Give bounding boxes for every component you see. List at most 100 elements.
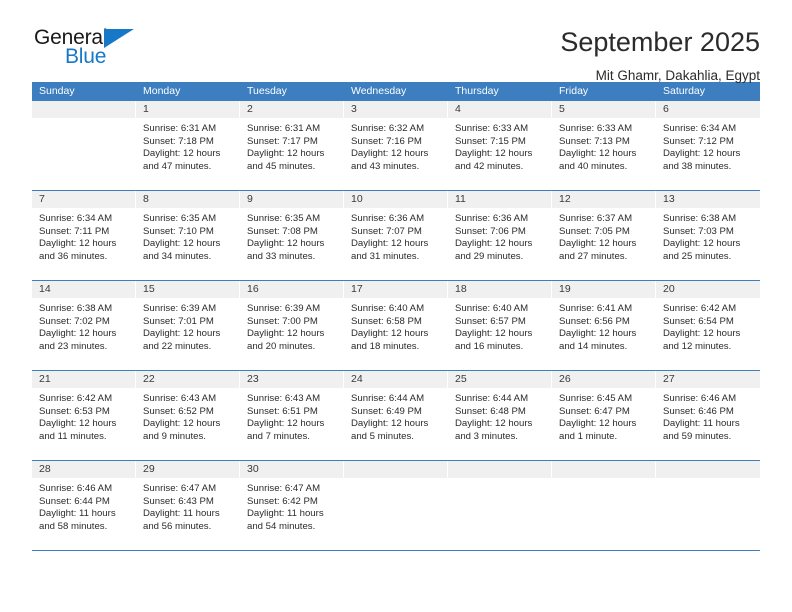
day-detail-line: Sunrise: 6:34 AM — [39, 213, 113, 224]
day-detail-line: and 47 minutes. — [143, 160, 212, 172]
day-cell-4[interactable]: 4 Sunrise: 6:33 AM Sunset: 7:15 PM Daylight… — [448, 101, 552, 190]
day-detail-line: and 7 minutes. — [247, 430, 310, 442]
day-cell-28[interactable]: 28 Sunrise: 6:46 AM Sunset: 6:44 PM Dayligh… — [32, 461, 136, 550]
general-blue-logo: General Blue — [32, 26, 162, 74]
day-number: 11 — [448, 191, 551, 208]
day-detail-line: Daylight: 12 hours — [663, 328, 741, 340]
day-detail-line: Daylight: 12 hours — [143, 148, 221, 160]
day-number: 13 — [656, 191, 760, 208]
day-detail-line: Sunset: 6:52 PM — [143, 405, 214, 417]
day-number: 10 — [344, 191, 447, 208]
day-details: Sunrise: 6:33 AM Sunset: 7:13 PM Daylight:… — [552, 118, 655, 173]
day-detail-line: Sunrise: 6:45 AM — [559, 393, 633, 404]
day-detail-line: Sunrise: 6:33 AM — [455, 123, 529, 134]
day-details: Sunrise: 6:47 AM Sunset: 6:43 PM Daylight:… — [136, 478, 239, 533]
day-detail-line: Sunrise: 6:47 AM — [143, 483, 217, 494]
day-detail-line: Daylight: 12 hours — [39, 418, 117, 430]
day-cell-14[interactable]: 14 Sunrise: 6:38 AM Sunset: 7:02 PM Dayligh… — [32, 281, 136, 370]
calendar-week-row: 14 Sunrise: 6:38 AM Sunset: 7:02 PM Dayligh… — [32, 281, 760, 371]
day-cell-empty — [552, 461, 656, 550]
day-detail-line: Sunrise: 6:34 AM — [663, 123, 737, 134]
day-cell-30[interactable]: 30 Sunrise: 6:47 AM Sunset: 6:42 PM Dayligh… — [240, 461, 344, 550]
calendar-week-row: 21 Sunrise: 6:42 AM Sunset: 6:53 PM Dayligh… — [32, 371, 760, 461]
day-detail-line: and 42 minutes. — [455, 160, 524, 172]
day-details: Sunrise: 6:44 AM Sunset: 6:49 PM Daylight:… — [344, 388, 447, 443]
day-details — [32, 118, 135, 123]
day-detail-line: Daylight: 12 hours — [247, 238, 325, 250]
weekday-header-sunday: Sunday — [39, 85, 75, 97]
weekday-header-row: Sunday Monday Tuesday Wednesday Thursday Frid… — [32, 82, 760, 101]
day-details: Sunrise: 6:34 AM Sunset: 7:12 PM Daylight:… — [656, 118, 760, 173]
day-cell-19[interactable]: 19 Sunrise: 6:41 AM Sunset: 6:56 PM Dayligh… — [552, 281, 656, 370]
day-detail-line: Sunset: 6:48 PM — [455, 405, 526, 417]
weekday-header-saturday: Saturday — [663, 85, 706, 97]
weekday-header-tuesday: Tuesday — [247, 85, 287, 97]
day-cell-2[interactable]: 2 Sunrise: 6:31 AM Sunset: 7:17 PM Daylight… — [240, 101, 344, 190]
day-cell-3[interactable]: 3 Sunrise: 6:32 AM Sunset: 7:16 PM Daylight… — [344, 101, 448, 190]
day-cell-25[interactable]: 25 Sunrise: 6:44 AM Sunset: 6:48 PM Dayligh… — [448, 371, 552, 460]
day-details — [552, 478, 655, 483]
day-detail-line: Sunset: 7:18 PM — [143, 135, 214, 147]
day-cell-15[interactable]: 15 Sunrise: 6:39 AM Sunset: 7:01 PM Dayligh… — [136, 281, 240, 370]
day-detail-line: Sunset: 7:01 PM — [143, 315, 214, 327]
day-detail-line: Sunrise: 6:36 AM — [455, 213, 529, 224]
calendar-grid: Sunday Monday Tuesday Wednesday Thursday Frid… — [32, 82, 760, 551]
day-number — [552, 461, 655, 478]
day-detail-line: Daylight: 11 hours — [663, 418, 740, 430]
day-detail-line: Sunset: 6:58 PM — [351, 315, 422, 327]
day-details: Sunrise: 6:46 AM Sunset: 6:46 PM Daylight:… — [656, 388, 760, 443]
day-detail-line: Sunset: 6:49 PM — [351, 405, 422, 417]
day-cell-20[interactable]: 20 Sunrise: 6:42 AM Sunset: 6:54 PM Dayligh… — [656, 281, 760, 370]
day-cell-24[interactable]: 24 Sunrise: 6:44 AM Sunset: 6:49 PM Dayligh… — [344, 371, 448, 460]
day-detail-line: Sunset: 6:44 PM — [39, 495, 110, 507]
day-details: Sunrise: 6:32 AM Sunset: 7:16 PM Daylight:… — [344, 118, 447, 173]
day-details: Sunrise: 6:38 AM Sunset: 7:03 PM Daylight:… — [656, 208, 760, 263]
day-detail-line: Sunrise: 6:35 AM — [143, 213, 217, 224]
day-cell-11[interactable]: 11 Sunrise: 6:36 AM Sunset: 7:06 PM Dayligh… — [448, 191, 552, 280]
day-cell-7[interactable]: 7 Sunrise: 6:34 AM Sunset: 7:11 PM Daylight… — [32, 191, 136, 280]
day-number: 28 — [32, 461, 135, 478]
day-detail-line: Daylight: 12 hours — [455, 328, 533, 340]
day-cell-13[interactable]: 13 Sunrise: 6:38 AM Sunset: 7:03 PM Dayligh… — [656, 191, 760, 280]
day-cell-29[interactable]: 29 Sunrise: 6:47 AM Sunset: 6:43 PM Dayligh… — [136, 461, 240, 550]
day-number — [656, 461, 760, 478]
day-details: Sunrise: 6:35 AM Sunset: 7:10 PM Daylight:… — [136, 208, 239, 263]
day-number: 14 — [32, 281, 135, 298]
day-detail-line: Daylight: 12 hours — [455, 238, 533, 250]
day-cell-6[interactable]: 6 Sunrise: 6:34 AM Sunset: 7:12 PM Daylight… — [656, 101, 760, 190]
day-cell-17[interactable]: 17 Sunrise: 6:40 AM Sunset: 6:58 PM Dayligh… — [344, 281, 448, 370]
day-number: 25 — [448, 371, 551, 388]
day-detail-line: and 20 minutes. — [247, 340, 316, 352]
day-cell-5[interactable]: 5 Sunrise: 6:33 AM Sunset: 7:13 PM Daylight… — [552, 101, 656, 190]
day-cell-12[interactable]: 12 Sunrise: 6:37 AM Sunset: 7:05 PM Dayligh… — [552, 191, 656, 280]
day-cell-26[interactable]: 26 Sunrise: 6:45 AM Sunset: 6:47 PM Dayligh… — [552, 371, 656, 460]
day-cell-27[interactable]: 27 Sunrise: 6:46 AM Sunset: 6:46 PM Dayligh… — [656, 371, 760, 460]
day-details: Sunrise: 6:40 AM Sunset: 6:57 PM Daylight:… — [448, 298, 551, 353]
day-detail-line: and 14 minutes. — [559, 340, 628, 352]
day-details — [344, 478, 447, 483]
day-detail-line: Daylight: 12 hours — [143, 328, 221, 340]
day-cell-9[interactable]: 9 Sunrise: 6:35 AM Sunset: 7:08 PM Daylight… — [240, 191, 344, 280]
day-detail-line: Sunset: 6:54 PM — [663, 315, 734, 327]
day-detail-line: and 29 minutes. — [455, 250, 524, 262]
day-number: 20 — [656, 281, 760, 298]
weekday-header-friday: Friday — [559, 85, 589, 97]
day-cell-8[interactable]: 8 Sunrise: 6:35 AM Sunset: 7:10 PM Daylight… — [136, 191, 240, 280]
day-cell-10[interactable]: 10 Sunrise: 6:36 AM Sunset: 7:07 PM Dayligh… — [344, 191, 448, 280]
day-detail-line: Sunrise: 6:41 AM — [559, 303, 633, 314]
day-cell-21[interactable]: 21 Sunrise: 6:42 AM Sunset: 6:53 PM Dayligh… — [32, 371, 136, 460]
day-cell-18[interactable]: 18 Sunrise: 6:40 AM Sunset: 6:57 PM Dayligh… — [448, 281, 552, 370]
day-detail-line: Sunrise: 6:47 AM — [247, 483, 321, 494]
day-detail-line: Sunset: 7:10 PM — [143, 225, 214, 237]
day-detail-line: and 18 minutes. — [351, 340, 420, 352]
day-cell-1[interactable]: 1 Sunrise: 6:31 AM Sunset: 7:18 PM Daylight… — [136, 101, 240, 190]
day-cell-16[interactable]: 16 Sunrise: 6:39 AM Sunset: 7:00 PM Dayligh… — [240, 281, 344, 370]
logo-triangle-icon — [104, 29, 134, 48]
day-cell-23[interactable]: 23 Sunrise: 6:43 AM Sunset: 6:51 PM Dayligh… — [240, 371, 344, 460]
day-detail-line: Sunrise: 6:39 AM — [143, 303, 217, 314]
day-detail-line: Sunrise: 6:42 AM — [663, 303, 737, 314]
title-block: September 2025 Mit Ghamr, Dakahlia, Egyp… — [560, 26, 760, 85]
day-detail-line: Sunrise: 6:44 AM — [455, 393, 529, 404]
day-cell-22[interactable]: 22 Sunrise: 6:43 AM Sunset: 6:52 PM Dayligh… — [136, 371, 240, 460]
day-number: 3 — [344, 101, 447, 118]
